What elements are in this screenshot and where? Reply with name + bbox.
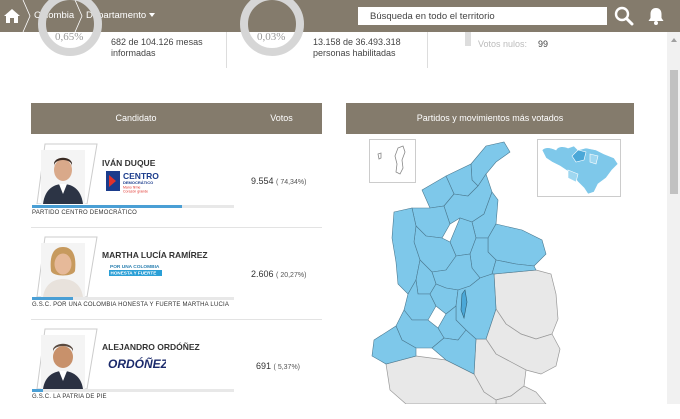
search-icon[interactable]: [614, 6, 634, 26]
column-header-votes: Votos: [270, 113, 293, 123]
tables-reported-line2: informadas: [111, 48, 156, 58]
candidate-row[interactable]: MARTHA LUCÍA RAMÍREZ POR UNA COLOMBIA HO…: [31, 235, 322, 327]
voters-enabled-line1: 13.158 de 36.493.318: [313, 37, 401, 47]
party-name: PARTIDO CENTRO DEMOCRÁTICO: [32, 210, 137, 216]
candidate-name: MARTHA LUCÍA RAMÍREZ: [102, 250, 208, 260]
candidate-votes: 9.554 ( 74,34%): [251, 176, 306, 186]
vote-share-fill: [32, 297, 73, 300]
votes-percent: ( 74,34%): [276, 179, 307, 186]
voters-enabled-line2: personas habilitadas: [313, 48, 396, 58]
vote-share-bar: [32, 389, 234, 392]
scroll-up-arrow-icon[interactable]: [671, 38, 677, 42]
tables-reported-text: 682 de 104.126 mesas informadas: [111, 37, 203, 59]
vote-share-bar: [32, 297, 234, 300]
votes-count: 2.606: [251, 269, 274, 279]
top-nav-bar: Colombia Departamento: [0, 0, 680, 32]
null-votes-label: Votos nulos:: [478, 39, 528, 49]
party-name: G.S.C. POR UNA COLOMBIA HONESTA Y FUERTE…: [32, 302, 230, 308]
tables-percent: 0,65%: [55, 31, 84, 43]
candidate-name: IVÁN DUQUE: [102, 158, 156, 168]
candidate-photo-duque: [36, 143, 98, 204]
tables-reported-line1: 682 de 104.126 mesas: [111, 37, 203, 47]
row-divider: [31, 227, 322, 228]
candidate-votes: 691 ( 5,37%): [256, 361, 300, 371]
map-region-la-guajira[interactable]: [470, 141, 511, 187]
votes-percent: ( 20,27%): [276, 272, 307, 279]
stats-divider: [427, 32, 428, 68]
votes-percent: ( 5,37%): [273, 364, 301, 371]
breadcrumb-separator: [22, 0, 31, 32]
la-patria-de-pie-logo: ORDÓÑEZ: [108, 356, 166, 371]
null-votes-bar: [465, 32, 471, 46]
colombia-department-map[interactable]: [346, 134, 634, 404]
candidate-photo-ordonez: [36, 328, 98, 389]
martha-lucia-party-logo: POR UNA COLOMBIA HONESTA Y FUERTE: [109, 264, 162, 276]
vote-share-fill: [32, 389, 43, 392]
null-votes-value: 99: [538, 39, 549, 49]
bell-icon[interactable]: [646, 6, 666, 26]
map-panel-title: Partidos y movimientos más votados: [346, 103, 634, 134]
logo-text-ordonez: ORDÓÑEZ: [108, 356, 166, 371]
voters-donut-chart: [240, 0, 304, 56]
logo-text-corazon: Corazón grande: [123, 190, 148, 194]
search-input[interactable]: [358, 7, 607, 25]
row-divider: [31, 319, 322, 320]
logo-text-honesta: HONESTA Y FUERTE: [111, 271, 157, 276]
votes-count: 691: [256, 361, 272, 371]
candidate-name: ALEJANDRO ORDÓÑEZ: [102, 342, 200, 352]
column-header-candidate: Candidato: [115, 113, 157, 123]
logo-text-democratico: DEMOCRÁTICO: [123, 180, 153, 185]
voters-enabled-text: 13.158 de 36.493.318 personas habilitada…: [313, 37, 401, 59]
home-icon: [4, 9, 20, 23]
stats-divider: [226, 32, 227, 68]
candidate-votes: 2.606 ( 20,27%): [251, 269, 306, 279]
map-region-arauca[interactable]: [487, 223, 547, 267]
candidate-photo-ramirez: [36, 236, 98, 297]
vote-share-fill: [32, 205, 183, 208]
caret-down-icon: [149, 13, 156, 18]
voters-percent: 0,03%: [257, 31, 286, 43]
tables-donut-chart: [38, 0, 102, 56]
candidates-table-header: Candidato Votos: [31, 103, 322, 134]
results-map-panel: [346, 134, 634, 404]
candidate-row[interactable]: IVÁN DUQUE CENTRO DEMOCRÁTICO Mano firme…: [31, 142, 322, 234]
vote-share-bar: [32, 205, 234, 208]
candidate-row[interactable]: ALEJANDRO ORDÓÑEZ ORDÓÑEZ 691 ( 5,37%) G…: [31, 327, 322, 419]
scrollbar-thumb[interactable]: [670, 70, 678, 194]
votes-count: 9.554: [251, 176, 274, 186]
centro-democratico-logo: CENTRO DEMOCRÁTICO Mano firme Corazón gr…: [106, 171, 159, 194]
party-name: G.S.C. LA PATRIA DE PIE: [32, 394, 107, 400]
logo-text-por-una-colombia: POR UNA COLOMBIA: [110, 264, 160, 270]
